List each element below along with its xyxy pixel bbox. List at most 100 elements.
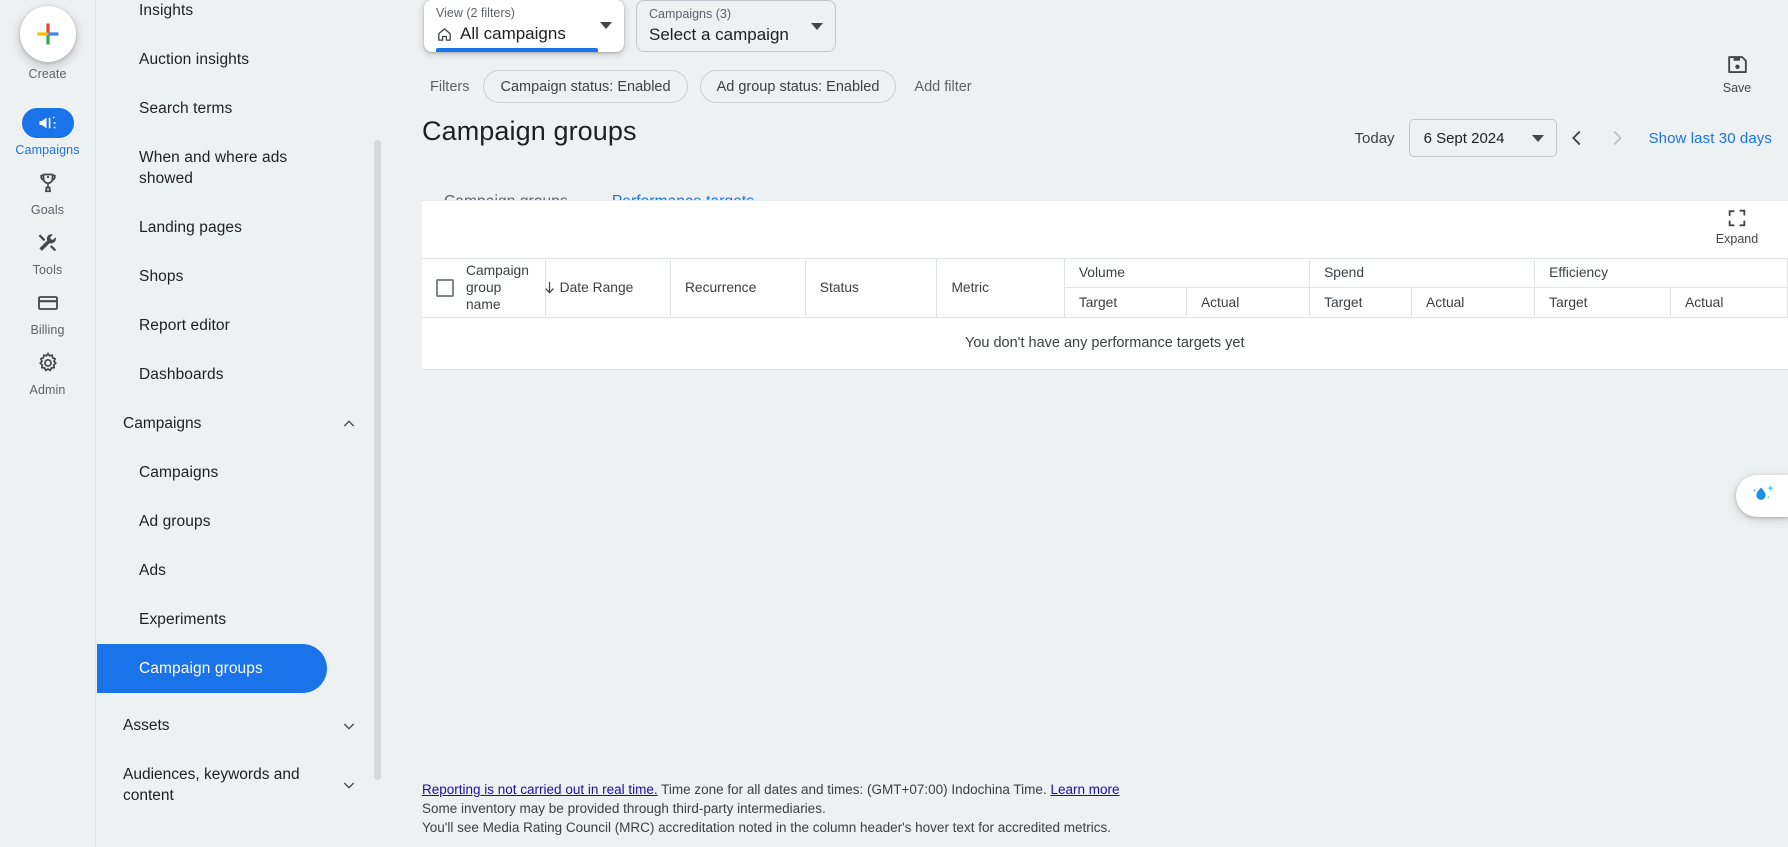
nav-subitem-ads[interactable]: Ads xyxy=(97,546,383,595)
view-selector-value-row: All campaigns xyxy=(436,22,612,46)
footer-line-2: Some inventory may be provided through t… xyxy=(422,801,826,816)
nav-link-report-editor[interactable]: Report editor xyxy=(97,301,383,350)
th-efficiency-actual[interactable]: Actual xyxy=(1670,287,1788,318)
rail-item-tools[interactable]: Tools xyxy=(0,228,96,278)
rail-item-admin[interactable]: Admin xyxy=(0,348,96,398)
th-recurrence[interactable]: Recurrence xyxy=(670,259,806,318)
nav-subitem-ad-groups[interactable]: Ad groups xyxy=(97,497,383,546)
th-volume-target[interactable]: Target xyxy=(1064,287,1187,318)
rail-label-billing: Billing xyxy=(30,323,65,337)
nav-link-search-terms[interactable]: Search terms xyxy=(97,84,383,133)
th-spend-actual[interactable]: Actual xyxy=(1411,287,1536,318)
gear-icon xyxy=(38,352,57,372)
th-metric[interactable]: Metric xyxy=(936,259,1065,318)
expand-icon xyxy=(1728,209,1746,227)
nav-subitem-campaign-groups[interactable]: Campaign groups xyxy=(97,644,327,693)
nav-section-campaigns[interactable]: Campaigns xyxy=(97,399,383,448)
nav-subitem-campaigns[interactable]: Campaigns xyxy=(97,448,383,497)
home-icon xyxy=(438,27,451,41)
save-disk-icon xyxy=(1727,56,1747,73)
performance-targets-card: Expand Campaign group name Date Range Re… xyxy=(422,200,1788,370)
tools-pill[interactable] xyxy=(22,228,74,258)
footer-link-reporting-realtime[interactable]: Reporting is not carried out in real tim… xyxy=(422,782,658,797)
performance-targets-table: Campaign group name Date Range Recurrenc… xyxy=(422,259,1788,370)
left-nav-rail: Create Campaigns Goals Tools Billing Adm… xyxy=(0,0,96,847)
nav-link-shops[interactable]: Shops xyxy=(97,252,383,301)
date-picker-value: 6 Sept 2024 xyxy=(1423,129,1505,147)
rail-label-campaigns: Campaigns xyxy=(15,143,80,157)
th-status[interactable]: Status xyxy=(805,259,938,318)
credit-card-icon xyxy=(37,296,58,310)
billing-pill[interactable] xyxy=(22,288,74,318)
chevron-down-icon xyxy=(343,782,355,789)
nav-subitem-experiments[interactable]: Experiments xyxy=(97,595,383,644)
previous-date-button[interactable] xyxy=(1557,118,1597,158)
date-picker[interactable]: 6 Sept 2024 xyxy=(1408,119,1557,157)
page-header: Campaign groups Today 6 Sept 2024 Show l… xyxy=(384,110,1788,170)
top-toolbar: View (2 filters) All campaigns Campaigns… xyxy=(384,0,1788,110)
nav-link-dashboards[interactable]: Dashboards xyxy=(97,350,383,399)
nav-section-assets[interactable]: Assets xyxy=(97,701,383,750)
date-picker-caret-icon xyxy=(1531,134,1544,142)
create-button[interactable]: Create xyxy=(0,6,96,82)
th-group-volume: Volume xyxy=(1064,259,1311,288)
create-fab[interactable] xyxy=(19,6,76,62)
nav-link-insights[interactable]: Insights xyxy=(97,0,383,35)
th-spend-target[interactable]: Target xyxy=(1309,287,1413,318)
footer-link-learn-more[interactable]: Learn more xyxy=(1050,782,1119,797)
filters-label: Filters xyxy=(430,78,470,95)
th-efficiency-target[interactable]: Target xyxy=(1534,287,1672,318)
trophy-icon xyxy=(39,173,56,193)
footer-timezone-text: Time zone for all dates and times: (GMT+… xyxy=(657,782,1051,797)
nav-link-landing-pages[interactable]: Landing pages xyxy=(97,203,383,252)
th-campaign-group-name-label: Campaign group name xyxy=(466,263,529,313)
save-label: Save xyxy=(1722,81,1752,95)
th-group-spend: Spend xyxy=(1309,259,1536,288)
view-selector[interactable]: View (2 filters) All campaigns xyxy=(424,0,624,52)
campaign-selector-caret-icon[interactable] xyxy=(811,23,823,30)
nav-section-assets-label: Assets xyxy=(123,717,170,734)
admin-pill[interactable] xyxy=(22,348,74,378)
chevron-left-icon xyxy=(1571,130,1580,146)
chevron-up-icon xyxy=(343,419,355,426)
nav-section-audiences-label: Audiences, keywords and content xyxy=(123,766,300,804)
add-filter-button[interactable]: Add filter xyxy=(908,79,977,95)
page-title: Campaign groups xyxy=(422,116,637,146)
th-group-efficiency: Efficiency xyxy=(1534,259,1788,288)
next-date-button[interactable] xyxy=(1597,118,1637,158)
ai-assistant-button[interactable] xyxy=(1736,475,1788,517)
rail-label-goals: Goals xyxy=(30,203,65,217)
table-empty-state-row: You don't have any performance targets y… xyxy=(422,317,1788,370)
rail-label-tools: Tools xyxy=(32,263,63,277)
megaphone-icon xyxy=(39,116,56,129)
expand-button[interactable]: Expand xyxy=(1708,207,1766,246)
goals-pill[interactable] xyxy=(22,168,74,198)
view-selector-active-underline xyxy=(436,48,598,52)
campaigns-pill[interactable] xyxy=(21,108,74,138)
page-nav-menu: Insights Auction insights Search terms W… xyxy=(97,0,383,847)
view-selector-label: View (2 filters) xyxy=(436,6,515,20)
filter-chip-campaign-status[interactable]: Campaign status: Enabled xyxy=(483,70,688,103)
selector-row: View (2 filters) All campaigns Campaigns… xyxy=(424,0,836,52)
th-volume-actual[interactable]: Actual xyxy=(1186,287,1311,318)
rail-item-campaigns[interactable]: Campaigns xyxy=(0,108,96,158)
date-controls: Today 6 Sept 2024 Show last 30 days xyxy=(1355,118,1772,158)
select-all-checkbox[interactable] xyxy=(436,278,454,297)
arrow-down-icon[interactable] xyxy=(541,279,558,296)
nav-link-auction-insights[interactable]: Auction insights xyxy=(97,35,383,84)
rail-item-goals[interactable]: Goals xyxy=(0,168,96,218)
rail-item-billing[interactable]: Billing xyxy=(0,288,96,338)
view-selector-caret-icon[interactable] xyxy=(600,22,612,29)
nav-section-audiences-keywords-and-content[interactable]: Audiences, keywords and content xyxy=(97,750,383,820)
campaign-selector[interactable]: Campaigns (3) Select a campaign xyxy=(636,0,836,52)
th-date-range[interactable]: Date Range xyxy=(545,259,671,318)
show-last-30-days-button[interactable]: Show last 30 days xyxy=(1649,130,1772,147)
save-button[interactable]: Save xyxy=(1704,52,1770,95)
page-nav-scrollbar[interactable] xyxy=(374,140,381,780)
ai-sparkle-drop-icon xyxy=(1752,485,1774,500)
filter-chip-ad-group-status[interactable]: Ad group status: Enabled xyxy=(699,70,897,103)
today-label: Today xyxy=(1354,129,1395,147)
nav-section-campaigns-label: Campaigns xyxy=(123,415,202,432)
th-campaign-group-name[interactable]: Campaign group name xyxy=(422,259,554,318)
nav-link-when-and-where-ads-showed[interactable]: When and where ads showed xyxy=(97,133,383,203)
